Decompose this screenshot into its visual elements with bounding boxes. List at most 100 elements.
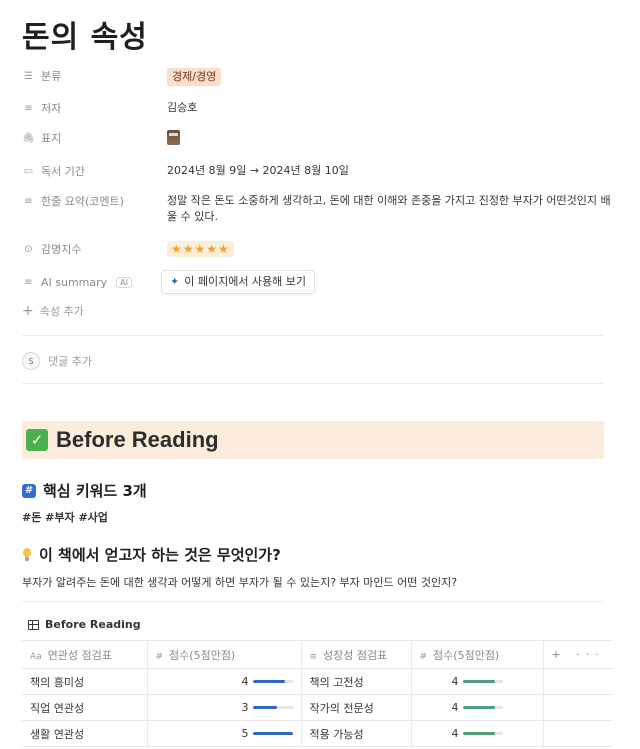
property-ai-summary[interactable]: ≡ AI summary AI ✦ 이 페이지에서 사용해 보기 (22, 270, 612, 294)
number-property-icon: # (419, 651, 428, 662)
property-label: AI summary (41, 275, 108, 289)
relevance-cell[interactable]: 직업 연관성 (22, 694, 148, 721)
more-icon[interactable]: ··· (576, 648, 605, 661)
before-reading-callout: ✓ Before Reading (22, 421, 604, 459)
column-header[interactable]: Aa 연관성 점검표 (22, 640, 148, 669)
score-bar (462, 680, 503, 683)
avatar: S (22, 352, 40, 370)
light-bulb-icon (22, 547, 32, 562)
growth-cell[interactable]: 작가의 전문성 (301, 694, 412, 721)
empty-cell (543, 694, 613, 721)
column-header[interactable]: # 점수(5점만점) (411, 640, 544, 669)
score-value: 5 (241, 727, 249, 740)
divider (22, 335, 604, 336)
rating-stars[interactable]: ★★★★★ (167, 241, 234, 257)
empty-cell (543, 720, 613, 747)
period-value[interactable]: 2024년 8월 9일 → 2024년 8월 10일 (167, 163, 612, 179)
score-bar (462, 732, 503, 735)
text-property-icon: ≡ (309, 651, 318, 662)
property-category[interactable]: ☰ 분류 경제/경영 (22, 68, 612, 86)
heading-text: 핵심 키워드 3개 (43, 482, 147, 500)
add-comment[interactable]: S 댓글 추가 (22, 352, 92, 370)
title-property-icon: Aa (30, 651, 42, 662)
divider (22, 383, 604, 384)
score-value: 4 (451, 675, 459, 688)
property-label: 한줄 요약(코멘트) (41, 195, 124, 208)
plus-icon: + (22, 303, 34, 319)
relevance-cell[interactable]: 책의 흥미성 (22, 668, 148, 695)
ai-badge: AI (116, 276, 133, 288)
calendar-icon: ▭ (23, 165, 34, 177)
comment-placeholder: 댓글 추가 (48, 355, 92, 368)
column-header[interactable]: # 점수(5점만점) (147, 640, 302, 669)
column-header-label: 점수(5점만점) (433, 648, 500, 662)
add-column-button[interactable]: + ··· (543, 640, 613, 669)
property-impression[interactable]: ⊙ 감명지수 ★★★★★ (22, 241, 612, 258)
table-row[interactable]: 직업 연관성 3 작가의 전문성 4 (22, 694, 613, 721)
score-value: 4 (451, 701, 459, 714)
ai-try-button[interactable]: ✦ 이 페이지에서 사용해 보기 (161, 270, 316, 294)
add-property-label: 속성 추가 (39, 305, 84, 318)
text-icon: ≡ (24, 276, 33, 288)
score-value: 4 (241, 675, 249, 688)
column-header[interactable]: ≡ 성장성 점검표 (301, 640, 412, 669)
empty-cell (543, 668, 613, 695)
sparkle-icon: ✦ (170, 275, 180, 288)
score-bar (462, 706, 503, 709)
property-label: 분류 (41, 70, 62, 83)
hash-icon: # (22, 483, 36, 498)
ai-try-label: 이 페이지에서 사용해 보기 (184, 275, 307, 288)
property-label: 저자 (41, 102, 62, 115)
heading-text: 이 책에서 얻고자 하는 것은 무엇인가? (39, 546, 281, 564)
summary-value[interactable]: 정말 작은 돈도 소중하게 생각하고, 돈에 대한 이해와 존중을 가지고 진정… (167, 193, 612, 225)
property-summary[interactable]: ≡ 한줄 요약(코멘트) 정말 작은 돈도 소중하게 생각하고, 돈에 대한 이해… (22, 193, 612, 225)
keywords-heading: # 핵심 키워드 3개 (22, 480, 147, 501)
database-title-text: Before Reading (45, 618, 141, 631)
list-icon: ☰ (24, 70, 33, 82)
score-value: 4 (451, 727, 459, 740)
score-cell[interactable]: 4 (411, 668, 544, 695)
score-cell[interactable]: 5 (147, 720, 302, 747)
plus-icon: + (551, 648, 567, 661)
table-row[interactable]: 책의 흥미성 4 책의 고전성 4 (22, 668, 613, 695)
column-header-label: 연관성 점검표 (47, 648, 112, 662)
number-property-icon: # (155, 651, 164, 662)
table-row[interactable]: 생활 연관성 5 적용 가능성 4 (22, 720, 613, 747)
column-header-label: 점수(5점만점) (169, 648, 236, 662)
column-header-label: 성장성 점검표 (323, 648, 388, 662)
goal-heading: 이 책에서 얻고자 하는 것은 무엇인가? (22, 544, 281, 565)
score-bar (252, 732, 293, 735)
table-icon (28, 619, 39, 630)
score-cell[interactable]: 3 (147, 694, 302, 721)
book-cover-thumbnail[interactable] (167, 130, 180, 145)
author-value[interactable]: 김승호 (167, 100, 612, 116)
select-circle-icon: ⊙ (24, 243, 33, 255)
growth-cell[interactable]: 책의 고전성 (301, 668, 412, 695)
callout-title: Before Reading (56, 427, 219, 452)
property-label: 표지 (41, 132, 62, 145)
text-icon: ≡ (24, 195, 33, 207)
add-property-button[interactable]: + 속성 추가 (22, 303, 84, 319)
divider (22, 601, 604, 602)
property-label: 감명지수 (41, 243, 82, 256)
property-label: 독서 기간 (41, 165, 85, 178)
paperclip-icon: 🖇 (22, 132, 35, 144)
score-cell[interactable]: 4 (411, 694, 544, 721)
property-cover[interactable]: 🖇 표지 (22, 130, 612, 150)
score-bar (252, 706, 293, 709)
database-title[interactable]: Before Reading (28, 618, 141, 631)
score-bar (252, 680, 293, 683)
growth-cell[interactable]: 적용 가능성 (301, 720, 412, 747)
check-mark-icon: ✓ (26, 429, 48, 451)
category-tag[interactable]: 경제/경영 (167, 68, 222, 86)
score-cell[interactable]: 4 (411, 720, 544, 747)
relevance-cell[interactable]: 생활 연관성 (22, 720, 148, 747)
property-period[interactable]: ▭ 독서 기간 2024년 8월 9일 → 2024년 8월 10일 (22, 163, 612, 179)
keywords-text: #돈 #부자 #사업 (22, 511, 108, 524)
page-title: 돈의 속성 (22, 20, 148, 55)
property-author[interactable]: ≡ 저자 김승호 (22, 100, 612, 116)
goal-text: 부자가 알려주는 돈에 대한 생각과 어떻게 하면 부자가 될 수 있는지? 부… (22, 576, 458, 589)
before-reading-table: Aa 연관성 점검표 # 점수(5점만점) ≡ 성장성 점검표 # 점수(5점만점) +… (22, 640, 613, 747)
text-icon: ≡ (24, 102, 33, 114)
score-cell[interactable]: 4 (147, 668, 302, 695)
